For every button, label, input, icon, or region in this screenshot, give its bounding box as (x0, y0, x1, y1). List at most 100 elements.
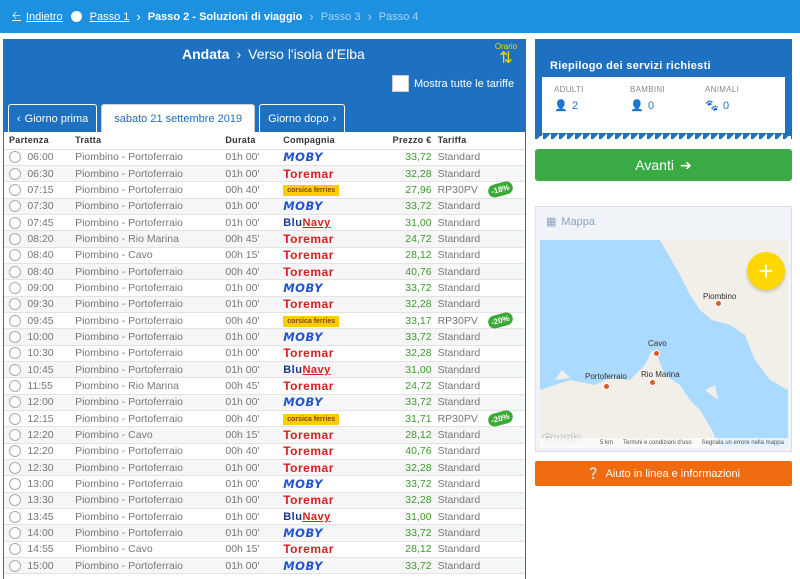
tab-current-day-label: sabato 21 settembre 2019 (114, 112, 243, 125)
trip-select-radio[interactable] (9, 314, 21, 327)
company-logo-toremar: Toremar (283, 460, 334, 475)
company-logo-moby: MOBY (283, 558, 323, 573)
trip-select-radio[interactable] (9, 200, 21, 213)
map-pin-piombino[interactable] (715, 300, 722, 307)
show-all-fares-label: Mostra tutte le tariffe (414, 77, 515, 90)
trip-select-radio[interactable] (9, 379, 21, 392)
trip-row[interactable]: 10:00 Piombino - Portoferraio 01h 00' MOBY 3… (4, 328, 525, 346)
trip-company: Toremar (283, 492, 377, 510)
trip-row[interactable]: 13:00 Piombino - Portoferraio 01h 00' MOBY 3… (4, 475, 525, 493)
company-logo-toremar: Toremar (283, 493, 334, 508)
tab-current-day[interactable]: sabato 21 settembre 2019 (101, 104, 256, 132)
trip-route: Piombino - Portoferraio (75, 475, 226, 493)
trip-duration: 00h 15' (225, 247, 284, 264)
col-header-route: Tratta (75, 132, 226, 150)
trip-row[interactable]: 12:15 Piombino - Portoferraio 00h 40' corsi… (4, 409, 525, 429)
trip-select-radio[interactable] (9, 494, 21, 507)
trip-row[interactable]: 07:15 Piombino - Portoferraio 00h 40' corsi… (4, 180, 525, 200)
trip-duration: 00h 40' (225, 312, 284, 330)
map-view[interactable]: + Piombino Cavo Portoferraio Rio Marina … (540, 240, 788, 448)
trip-row[interactable]: 12:20 Piombino - Cavo 00h 15' Toremar 28,12 S… (4, 426, 525, 444)
step-1-link[interactable]: Passo 1 (90, 11, 130, 23)
map-pin-portoferraio[interactable] (603, 383, 610, 390)
continue-button[interactable]: Avanti ➔ (535, 149, 792, 181)
trip-row[interactable]: 14:55 Piombino - Cavo 00h 15' Toremar 28,12 S… (4, 541, 525, 559)
trip-row[interactable]: 06:00 Piombino - Portoferraio 01h 00' MOBY 3… (4, 149, 525, 166)
trip-select-radio[interactable] (9, 183, 21, 196)
trip-select-radio[interactable] (9, 151, 21, 164)
trip-select-radio[interactable] (9, 543, 21, 556)
trip-select-radio[interactable] (9, 527, 21, 540)
trip-select-radio[interactable] (9, 429, 21, 442)
trip-select-radio[interactable] (9, 445, 21, 458)
help-button[interactable]: ❔ Aiuto in linea e informazioni (535, 461, 792, 486)
trip-row[interactable]: 09:45 Piombino - Portoferraio 00h 40' corsi… (4, 311, 525, 331)
trip-discount-cell (488, 361, 525, 379)
trip-select-radio[interactable] (9, 216, 21, 229)
trip-row[interactable]: 07:45 Piombino - Portoferraio 01h 00' BluNa… (4, 214, 525, 232)
trip-select-radio[interactable] (9, 363, 21, 376)
trip-row[interactable]: 11:55 Piombino - Rio Marina 00h 45' Toremar… (4, 377, 525, 395)
trip-row[interactable]: 12:30 Piombino - Portoferraio 01h 00' Torem… (4, 459, 525, 477)
company-logo-moby: MOBY (283, 477, 323, 492)
trip-select-radio[interactable] (9, 510, 21, 523)
trips-table: Partenza Tratta Durata Compagnia Prezzo … (4, 132, 525, 575)
col-header-badge (488, 132, 525, 150)
map-pin-cavo[interactable] (653, 350, 660, 357)
direction-destination: Verso l'isola d'Elba (248, 46, 365, 62)
trip-select-radio[interactable] (9, 330, 21, 343)
trip-row[interactable]: 08:40 Piombino - Portoferraio 00h 40' Torem… (4, 263, 525, 281)
trip-row[interactable]: 09:30 Piombino - Portoferraio 01h 00' Torem… (4, 296, 525, 313)
trip-row[interactable]: 08:40 Piombino - Cavo 00h 15' Toremar 28,12 S… (4, 247, 525, 264)
trip-row[interactable]: 08:20 Piombino - Rio Marina 00h 45' Toremar… (4, 230, 525, 248)
trip-row[interactable]: 15:00 Piombino - Portoferraio 01h 00' MOBY 3… (4, 557, 525, 575)
children-count: 0 (648, 99, 655, 112)
trip-company: MOBY (283, 557, 377, 575)
add-zoom-button[interactable]: + (747, 252, 785, 290)
trip-duration: 00h 45' (225, 230, 284, 248)
back-link[interactable]: 🡠 Indietro (12, 7, 63, 26)
trip-row[interactable]: 12:00 Piombino - Portoferraio 01h 00' MOBY 3… (4, 394, 525, 412)
trip-select-radio[interactable] (9, 478, 21, 491)
trip-row[interactable]: 07:30 Piombino - Portoferraio 01h 00' MOBY 3… (4, 198, 525, 215)
trip-select-radio[interactable] (9, 412, 21, 425)
map-footer: 5 km Termini e condizioni d'uso Segnala … (540, 438, 788, 448)
trip-price: 40,76 (376, 263, 438, 281)
trip-select-radio[interactable] (9, 265, 21, 278)
trip-select-radio[interactable] (9, 347, 21, 360)
trip-select-radio[interactable] (9, 167, 21, 180)
trip-row[interactable]: 12:20 Piombino - Portoferraio 00h 40' Torem… (4, 443, 525, 461)
trip-row[interactable]: 06:30 Piombino - Portoferraio 01h 00' Torem… (4, 165, 525, 183)
map-terms-link[interactable]: Termini e condizioni d'uso (623, 440, 692, 446)
trip-departure: 08:20 (27, 230, 76, 248)
trip-row[interactable]: 10:30 Piombino - Portoferraio 01h 00' Torem… (4, 345, 525, 362)
show-all-fares-checkbox[interactable] (392, 75, 409, 92)
summary-title: Riepilogo dei servizi richiesti (550, 60, 711, 72)
trip-select-radio[interactable] (9, 232, 21, 245)
trip-price: 32,28 (376, 165, 438, 183)
tab-previous-day[interactable]: ‹ Giorno prima (8, 104, 98, 132)
trip-row[interactable]: 09:00 Piombino - Portoferraio 01h 00' MOBY 3… (4, 279, 525, 297)
trip-select-radio[interactable] (9, 249, 21, 262)
trip-discount-cell (488, 492, 525, 510)
trip-row[interactable]: 14:00 Piombino - Portoferraio 01h 00' MOBY 3… (4, 524, 525, 542)
trip-select-radio[interactable] (9, 559, 21, 572)
trip-company: Toremar (283, 247, 377, 264)
adult-icon: 👤 (554, 100, 568, 112)
trip-select-radio[interactable] (9, 281, 21, 294)
trip-row[interactable]: 10:45 Piombino - Portoferraio 01h 00' BluNa… (4, 361, 525, 379)
trip-select-radio[interactable] (9, 461, 21, 474)
trip-discount-cell (488, 541, 525, 559)
trip-select-radio[interactable] (9, 396, 21, 409)
trip-row[interactable]: 13:45 Piombino - Portoferraio 01h 00' BluNa… (4, 508, 525, 526)
company-logo-moby: MOBY (283, 526, 323, 541)
trip-row[interactable]: 13:30 Piombino - Portoferraio 01h 00' Torem… (4, 492, 525, 510)
show-all-fares-toggle[interactable]: Mostra tutte le tariffe (392, 75, 514, 92)
chevron-right-icon: › (332, 112, 337, 125)
tab-next-day[interactable]: Giorno dopo › (259, 104, 346, 132)
trip-select-radio[interactable] (9, 298, 21, 311)
trip-duration: 01h 00' (225, 492, 284, 510)
map-pin-rio-marina[interactable] (649, 379, 656, 386)
sort-by-time-button[interactable]: Orario ⇅ (494, 42, 518, 67)
map-report-link[interactable]: Segnala un errore nella mappa (702, 440, 784, 446)
